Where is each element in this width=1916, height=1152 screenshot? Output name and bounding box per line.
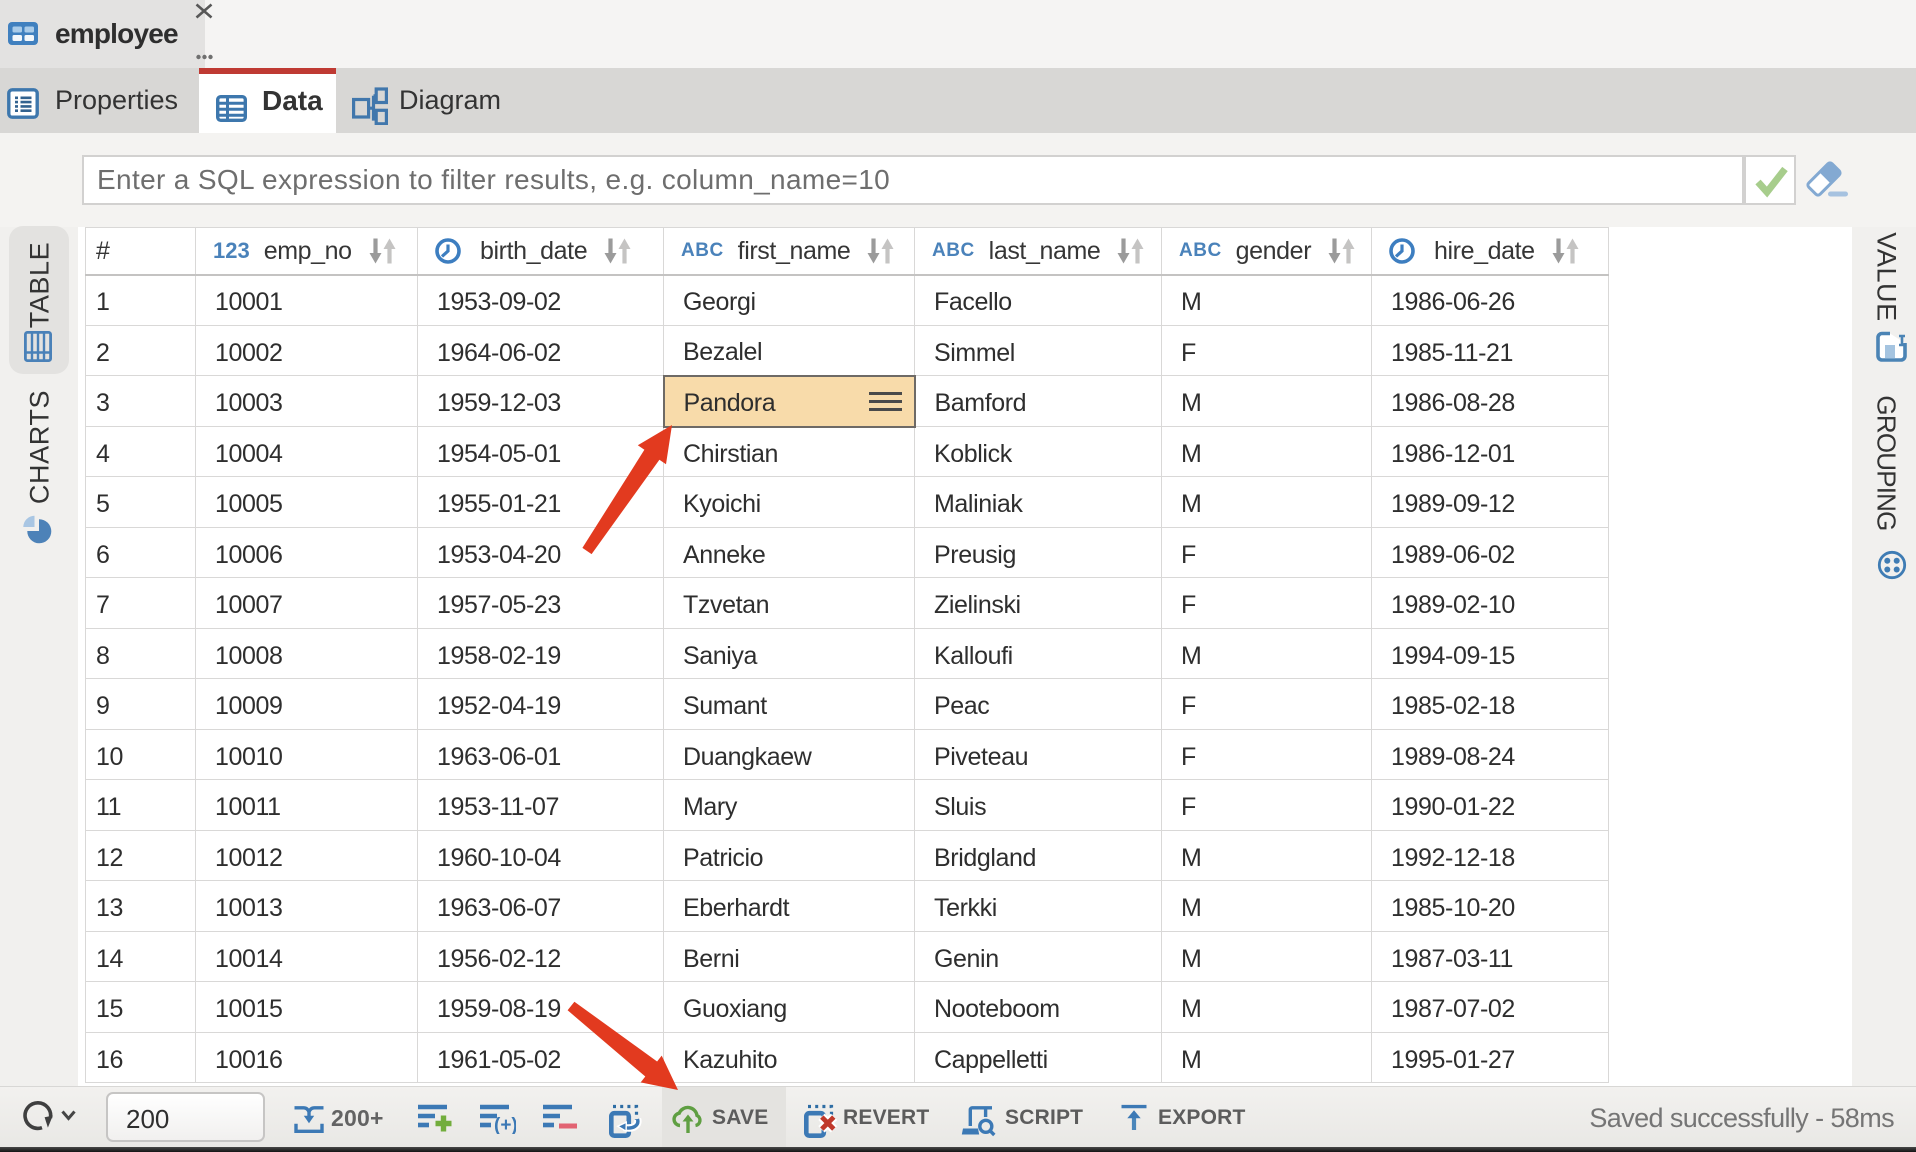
svg-text:(+): (+) <box>494 1115 516 1134</box>
